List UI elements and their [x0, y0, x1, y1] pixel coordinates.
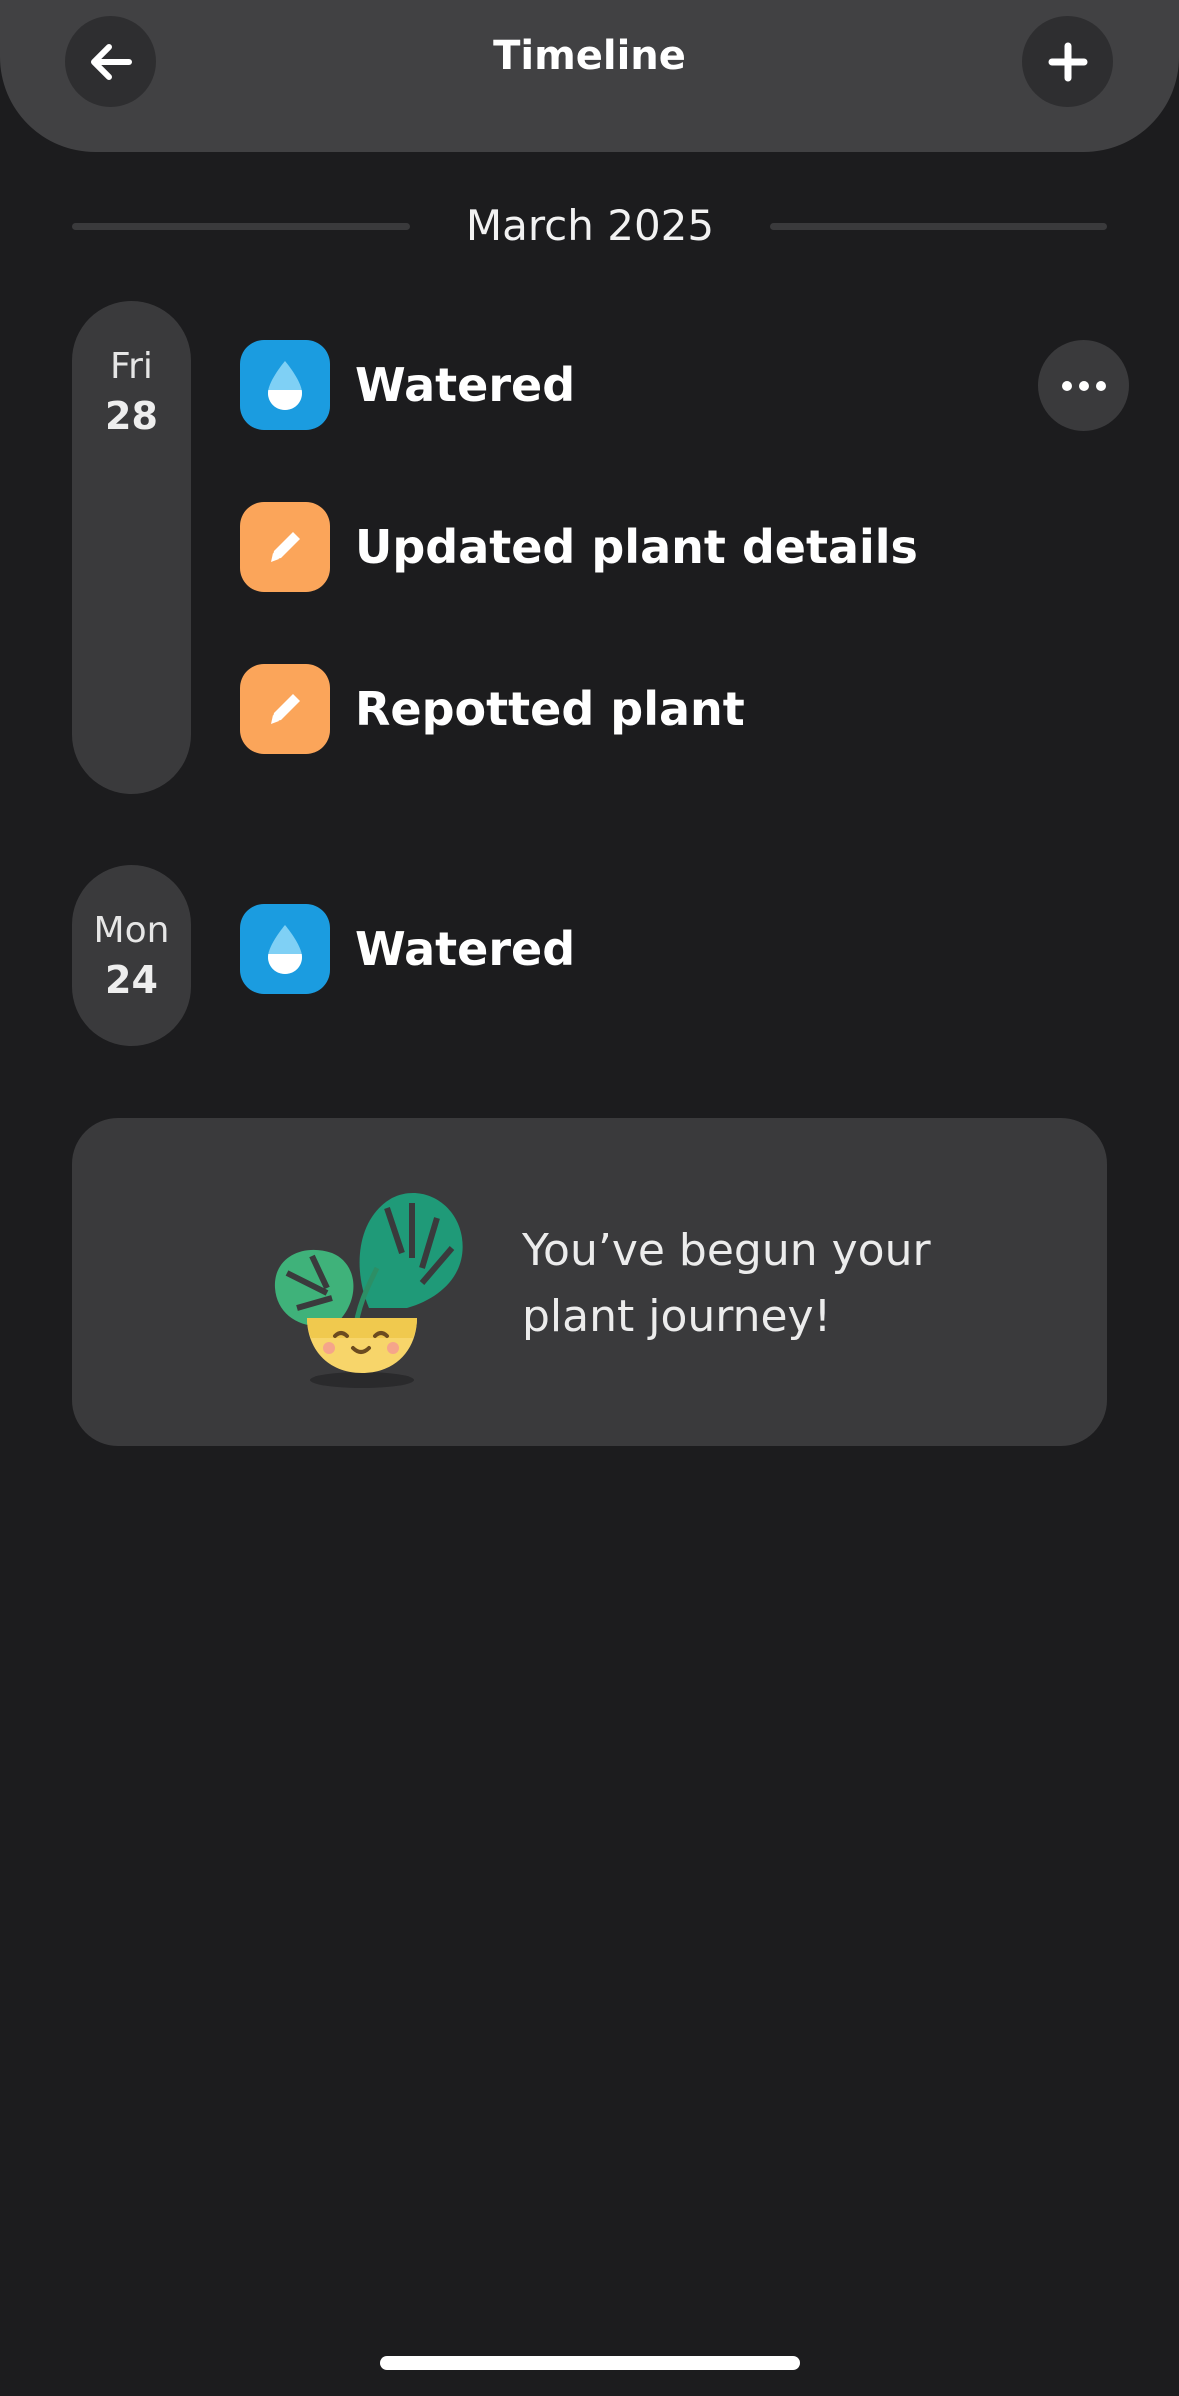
add-entry-button[interactable] — [1022, 16, 1113, 107]
pencil-icon — [240, 664, 330, 754]
event-label: Repotted plant — [355, 682, 745, 736]
plus-icon — [1048, 42, 1087, 81]
day-number: 28 — [105, 394, 158, 438]
water-drop-icon — [240, 904, 330, 994]
water-drop-icon — [240, 340, 330, 430]
event-label: Updated plant details — [355, 520, 918, 574]
divider-line — [72, 223, 410, 230]
day-pill: Mon 24 — [72, 865, 191, 1046]
month-label: March 2025 — [465, 201, 715, 250]
happy-plant-illustration — [274, 1192, 463, 1388]
page-title: Timeline — [493, 33, 686, 79]
more-options-button[interactable] — [1038, 340, 1129, 431]
event-label: Watered — [355, 922, 576, 976]
more-dots-icon — [1061, 380, 1106, 391]
pencil-icon — [240, 502, 330, 592]
timeline-event[interactable]: Watered — [240, 904, 575, 994]
day-pill: Fri 28 — [72, 301, 191, 794]
timeline-event[interactable]: Watered — [240, 340, 575, 430]
top-header: Timeline — [0, 0, 1179, 152]
day-number: 24 — [105, 958, 158, 1002]
divider-line — [770, 223, 1107, 230]
event-label: Watered — [355, 358, 576, 412]
month-divider: March 2025 — [72, 196, 1107, 256]
timeline-event[interactable]: Repotted plant — [240, 664, 745, 754]
weekday-label: Fri — [110, 346, 153, 387]
timeline-event[interactable]: Updated plant details — [240, 502, 918, 592]
home-indicator[interactable] — [380, 2356, 800, 2370]
journey-start-card: You’ve begun your plant journey! — [72, 1118, 1107, 1446]
journey-message: You’ve begun your plant journey! — [522, 1225, 931, 1342]
weekday-label: Mon — [93, 910, 170, 951]
